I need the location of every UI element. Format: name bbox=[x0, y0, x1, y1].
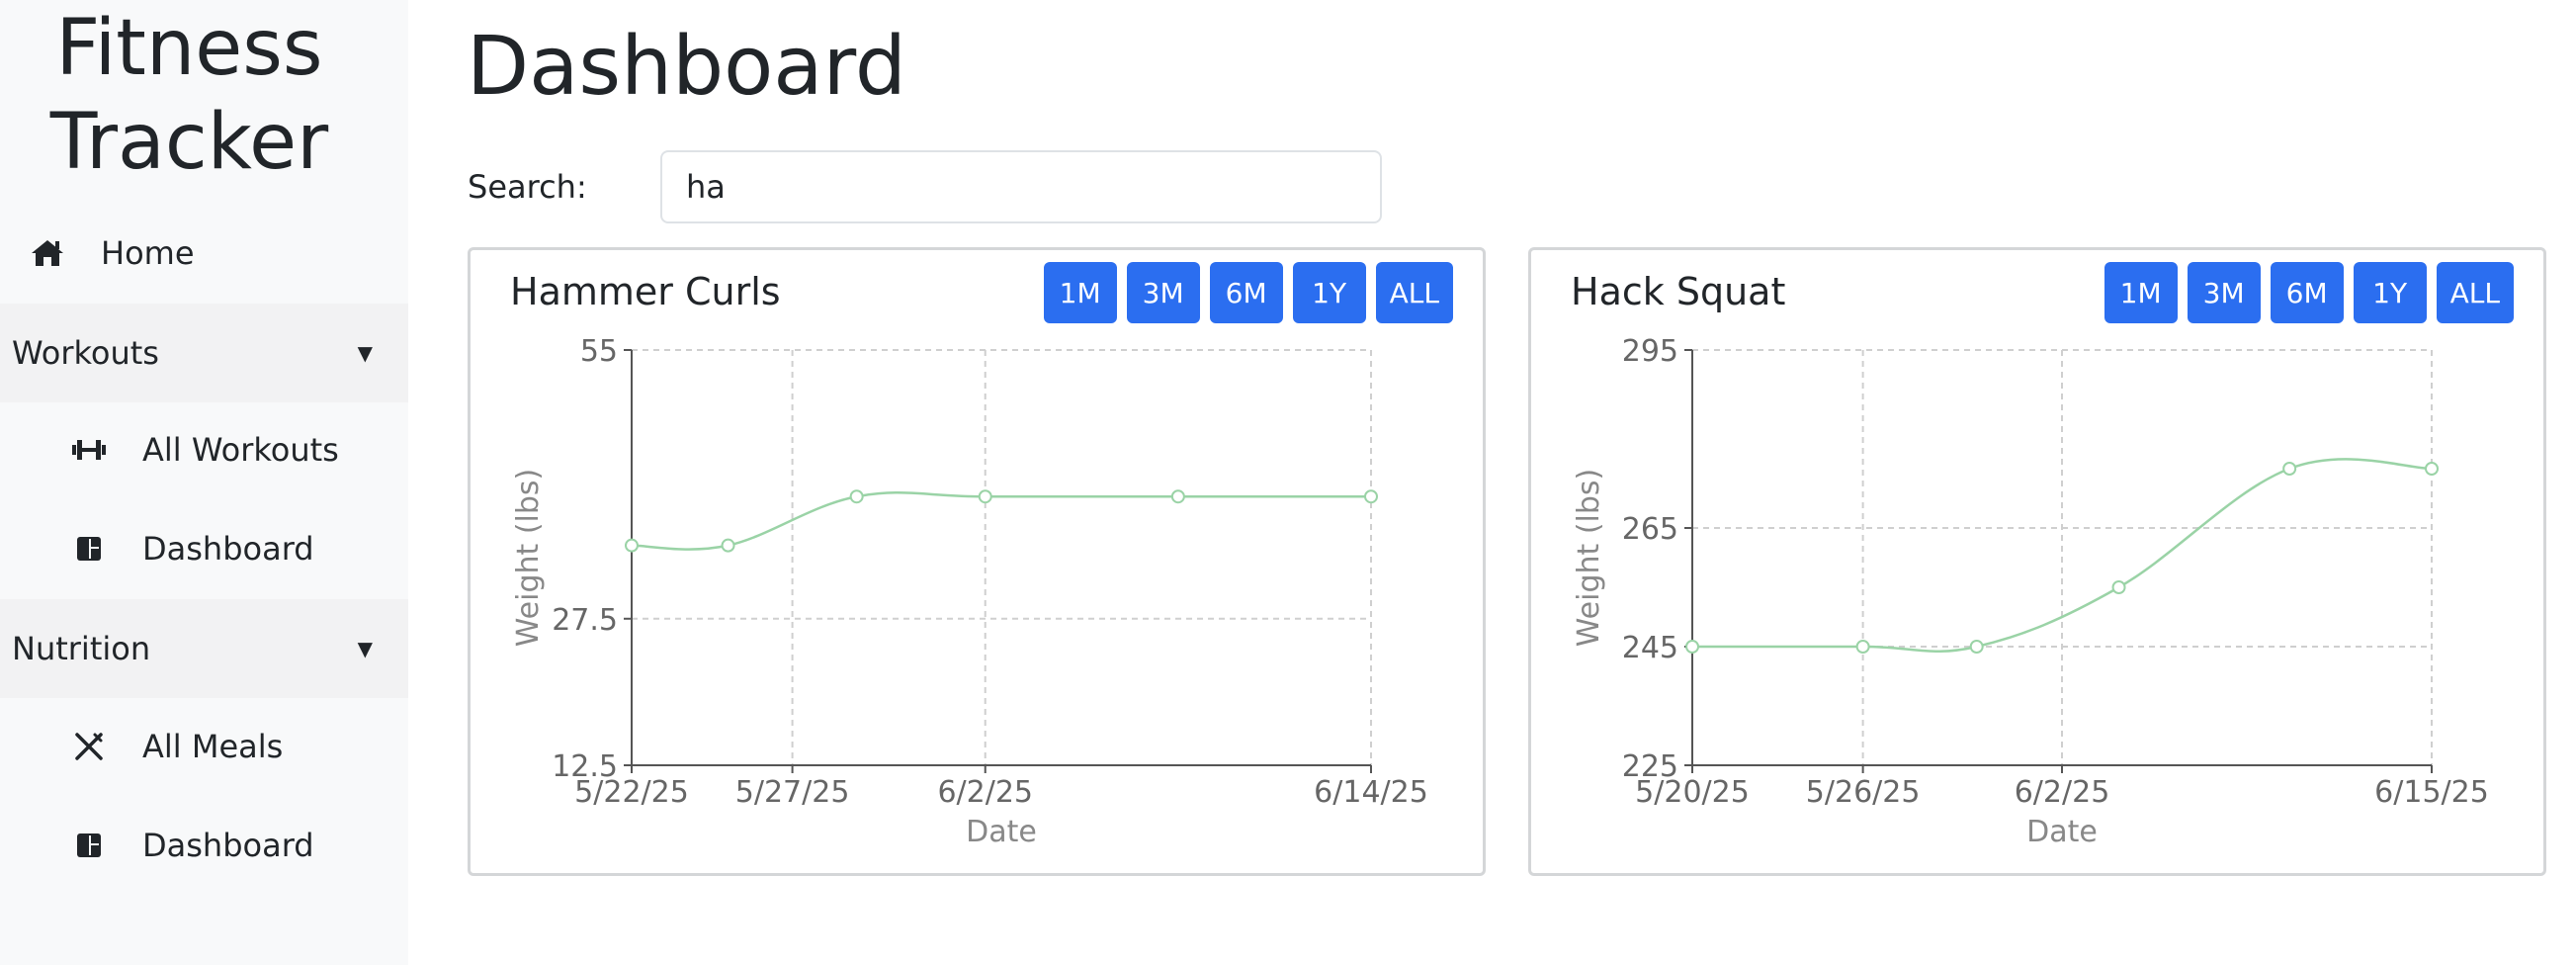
dashboard-icon bbox=[69, 826, 109, 865]
data-point bbox=[2111, 580, 2126, 594]
data-point bbox=[1170, 489, 1185, 504]
sidebar-item-label: Dashboard bbox=[142, 530, 314, 568]
search-label: Search: bbox=[468, 168, 587, 206]
page-title: Dashboard bbox=[467, 20, 906, 114]
sidebar-item-workouts-dashboard[interactable]: Dashboard bbox=[69, 525, 314, 572]
x-axis-title: Date bbox=[2026, 815, 2098, 849]
y-tick-label: 295 bbox=[1622, 334, 1678, 369]
sidebar-item-label: Home bbox=[101, 234, 195, 272]
x-tick-label: 5/20/25 bbox=[1635, 775, 1750, 810]
section-label: Nutrition bbox=[12, 630, 151, 667]
x-tick-label: 5/26/25 bbox=[1806, 775, 1921, 810]
utensils-icon bbox=[69, 727, 109, 766]
sidebar-item-nutrition-dashboard[interactable]: Dashboard bbox=[69, 822, 314, 869]
sidebar-item-label: All Meals bbox=[142, 728, 284, 765]
sidebar-item-label: All Workouts bbox=[142, 431, 339, 469]
data-point bbox=[1969, 640, 1984, 654]
y-axis-title: Weight (lbs) bbox=[511, 469, 546, 647]
data-point bbox=[1685, 640, 1699, 654]
data-point bbox=[978, 489, 992, 504]
x-tick-label: 6/14/25 bbox=[1314, 775, 1428, 810]
section-label: Workouts bbox=[12, 334, 159, 372]
brand-title: Fitness Tracker bbox=[49, 4, 329, 187]
y-axis-title: Weight (lbs) bbox=[1572, 469, 1606, 647]
chevron-down-icon: ▼ bbox=[357, 637, 373, 660]
y-tick-label: 55 bbox=[580, 334, 618, 369]
x-tick-label: 6/2/25 bbox=[2015, 775, 2110, 810]
data-point bbox=[849, 489, 864, 504]
y-tick-label: 245 bbox=[1622, 631, 1678, 665]
sidebar-item-all-meals[interactable]: All Meals bbox=[69, 723, 283, 770]
data-point bbox=[625, 538, 639, 553]
x-axis-title: Date bbox=[966, 815, 1037, 849]
sidebar-item-all-workouts[interactable]: All Workouts bbox=[69, 426, 339, 474]
y-tick-label: 265 bbox=[1622, 512, 1678, 547]
home-icon bbox=[28, 233, 67, 273]
chart-card-hammer-curls: Hammer Curls 1M 3M 6M 1Y ALL 12.5 27.5 55 5… bbox=[468, 247, 1486, 876]
data-point bbox=[2282, 462, 2297, 476]
x-tick-label: 6/2/25 bbox=[937, 775, 1033, 810]
dashboard-icon bbox=[69, 529, 109, 569]
x-tick-label: 5/27/25 bbox=[735, 775, 850, 810]
data-point bbox=[721, 538, 735, 553]
dumbbell-icon bbox=[69, 430, 109, 470]
sidebar-section-nutrition[interactable]: Nutrition ▼ bbox=[0, 599, 408, 698]
line-chart: 2252452652955/20/25 5/26/25 6/2/25 6/15/25D… bbox=[1572, 334, 2489, 849]
chart-card-hack-squat: Hack Squat 1M 3M 6M 1Y ALL 225 245 265 295 5… bbox=[1528, 247, 2546, 876]
sidebar: Fitness Tracker Home Workouts ▼ All Work… bbox=[0, 0, 408, 965]
series-line bbox=[631, 491, 1371, 551]
x-tick-label: 6/15/25 bbox=[2374, 775, 2489, 810]
chevron-down-icon: ▼ bbox=[357, 341, 373, 365]
y-tick-label: 27.5 bbox=[552, 603, 618, 638]
data-point bbox=[1855, 640, 1870, 654]
sidebar-section-workouts[interactable]: Workouts ▼ bbox=[0, 304, 408, 402]
sidebar-item-home[interactable]: Home bbox=[28, 229, 195, 277]
search-input[interactable] bbox=[660, 150, 1382, 223]
data-point bbox=[2425, 462, 2439, 476]
sidebar-item-label: Dashboard bbox=[142, 827, 314, 864]
x-tick-label: 5/22/25 bbox=[574, 775, 689, 810]
data-point bbox=[1364, 489, 1378, 504]
line-chart: 12.527.5555/22/25 5/27/25 6/2/25 6/14/25Dat… bbox=[511, 334, 1428, 849]
